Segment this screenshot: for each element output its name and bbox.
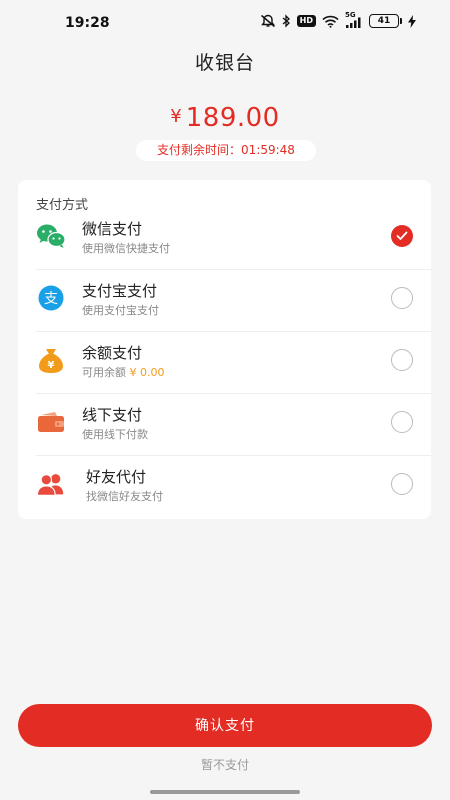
- payment-method-friend[interactable]: 好友代付 找微信好友支付: [18, 456, 431, 518]
- method-name: 好友代付: [86, 468, 147, 486]
- svg-text:支: 支: [44, 291, 58, 307]
- confirm-pay-button[interactable]: 确认支付: [18, 704, 432, 747]
- payment-countdown: 支付剩余时间：01:59:48: [136, 140, 316, 161]
- method-name: 支付宝支付: [82, 282, 158, 300]
- payment-method-offline[interactable]: 线下支付 使用线下付款: [18, 394, 431, 456]
- page-title: 收银台: [194, 52, 255, 74]
- method-desc: 使用微信快捷支付: [82, 242, 170, 255]
- method-desc: 使用支付宝支付: [82, 304, 159, 317]
- balance-amount: ¥ 0.00: [129, 366, 165, 379]
- status-icons: HD 5G 41: [260, 11, 416, 28]
- currency-symbol: ¥: [170, 106, 182, 127]
- method-desc: 可用余额 ¥ 0.00: [82, 364, 165, 380]
- method-name: 线下支付: [82, 406, 143, 424]
- money-bag-icon: ¥: [36, 345, 66, 375]
- radio-unchecked[interactable]: [391, 349, 413, 371]
- payment-methods-card: 支付方式 微信支付 使用微信快捷支付 支 支付宝支付 使用支付宝支付 ¥ 余额支…: [18, 180, 431, 519]
- charging-icon: [408, 14, 416, 28]
- wallet-icon: [36, 407, 66, 437]
- cellular-signal-icon: 5G: [345, 11, 363, 28]
- home-indicator: [150, 790, 300, 794]
- battery-level: 41: [369, 14, 399, 28]
- payment-method-alipay[interactable]: 支 支付宝支付 使用支付宝支付: [18, 270, 431, 332]
- friends-icon: [36, 469, 66, 499]
- network-type: 5G: [345, 10, 356, 19]
- method-desc: 找微信好友支付: [86, 490, 163, 503]
- amount-value: 189.00: [185, 103, 280, 133]
- alipay-icon: 支: [36, 283, 66, 313]
- payment-amount: ¥189.00: [0, 103, 450, 133]
- radio-unchecked[interactable]: [391, 473, 413, 495]
- payment-method-wechat[interactable]: 微信支付 使用微信快捷支付: [18, 208, 431, 270]
- status-bar: 19:28 HD 5G 41: [0, 0, 450, 46]
- bluetooth-icon: [282, 14, 291, 28]
- method-name: 余额支付: [82, 344, 143, 362]
- skip-payment-link[interactable]: 暂不支付: [0, 756, 450, 773]
- silent-bell-icon: [260, 14, 276, 28]
- wechat-icon: [36, 221, 66, 251]
- status-time: 19:28: [65, 15, 110, 31]
- wifi-icon: [322, 15, 339, 28]
- hd-badge: HD: [296, 15, 316, 27]
- payment-method-balance[interactable]: ¥ 余额支付 可用余额 ¥ 0.00: [18, 332, 431, 394]
- svg-text:¥: ¥: [48, 360, 55, 371]
- radio-checked[interactable]: [391, 225, 413, 247]
- balance-label: 可用余额: [82, 366, 126, 379]
- method-name: 微信支付: [82, 220, 143, 238]
- radio-unchecked[interactable]: [391, 287, 413, 309]
- radio-unchecked[interactable]: [391, 411, 413, 433]
- method-desc: 使用线下付款: [82, 428, 148, 441]
- battery-icon: 41: [369, 14, 402, 28]
